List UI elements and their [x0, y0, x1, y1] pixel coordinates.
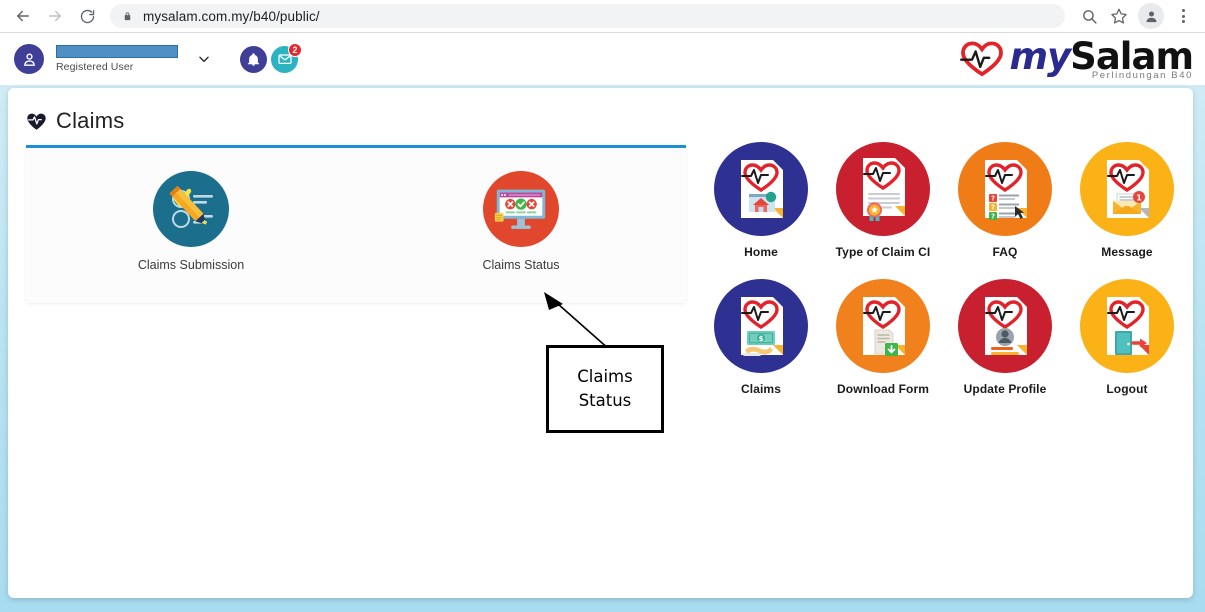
menu-item-message[interactable]: 1 Message: [1066, 142, 1188, 259]
heart-pulse-icon: [27, 113, 46, 130]
heart-pulse-icon: [960, 41, 1004, 77]
menu-item-claims[interactable]: $ Claims: [700, 279, 822, 396]
annotation-callout: Claims Status: [546, 345, 664, 433]
page-title: Claims: [8, 88, 1193, 134]
tile-claims-status[interactable]: Claims Status: [356, 171, 686, 303]
user-role-label: Registered User: [56, 61, 134, 73]
menu-item-home[interactable]: Home: [700, 142, 822, 259]
menu-item-type-of-claim-ci[interactable]: Type of Claim CI: [822, 142, 944, 259]
menu-item-label: Update Profile: [963, 382, 1047, 396]
tile-claims-submission[interactable]: Claims Submission: [26, 171, 356, 303]
chevron-down-icon[interactable]: [196, 51, 212, 67]
search-icon[interactable]: [1075, 2, 1103, 30]
claim-type-certificate-icon: [836, 142, 930, 236]
app-user-bar: Registered User 2 mySalam Perlindungan B…: [0, 33, 1205, 85]
menu-item-label: FAQ: [992, 245, 1018, 259]
reload-button[interactable]: [72, 2, 102, 30]
download-form-icon: [836, 279, 930, 373]
svg-text:?: ?: [991, 195, 995, 203]
menu-item-label: Type of Claim CI: [835, 245, 931, 259]
svg-text:$: $: [759, 335, 764, 343]
user-info: Registered User: [56, 45, 178, 73]
message-envelope-icon: 1: [1080, 142, 1174, 236]
menu-item-label: Download Form: [837, 382, 929, 396]
menu-item-download-form[interactable]: Download Form: [822, 279, 944, 396]
svg-text:1: 1: [1136, 193, 1142, 202]
reload-icon: [80, 9, 94, 23]
claims-submission-icon: [153, 171, 229, 247]
browser-toolbar: mysalam.com.my/b40/public/: [0, 0, 1205, 33]
logo-my: my: [1009, 34, 1071, 78]
bell-icon[interactable]: 2: [240, 42, 302, 73]
lock-icon: [124, 11, 131, 20]
home-document-icon: [714, 142, 808, 236]
menu-item-label: Home: [744, 245, 778, 259]
mysalam-logo: mySalam Perlindungan B40: [959, 34, 1194, 81]
profile-avatar-icon[interactable]: [1138, 3, 1164, 29]
menu-item-faq[interactable]: ? ? ? FAQ: [944, 142, 1066, 259]
logout-door-icon: [1080, 279, 1174, 373]
annotation-line-1: Claims: [577, 367, 633, 387]
forward-button[interactable]: [40, 2, 70, 30]
annotation-line-2: Status: [578, 391, 632, 410]
back-button[interactable]: [8, 2, 38, 30]
claims-status-icon: [483, 171, 559, 247]
arrow-right-icon: [49, 10, 61, 22]
menu-item-label: Claims: [741, 382, 781, 396]
menu-item-label: Message: [1101, 245, 1153, 259]
claims-tiles-panel: Claims Submission Claims Status: [26, 145, 686, 303]
page-title-text: Claims: [56, 108, 125, 133]
tile-label: Claims Submission: [137, 258, 245, 272]
svg-text:?: ?: [991, 204, 995, 212]
update-profile-icon: [958, 279, 1052, 373]
menu-item-logout[interactable]: Logout: [1066, 279, 1188, 396]
svg-text:?: ?: [991, 213, 995, 221]
notifications-group: 2: [240, 42, 302, 73]
three-dot-menu-icon[interactable]: [1169, 2, 1197, 30]
user-avatar-icon[interactable]: [14, 44, 44, 74]
menu-item-update-profile[interactable]: Update Profile: [944, 279, 1066, 396]
url-text: mysalam.com.my/b40/public/: [143, 8, 320, 24]
menu-item-label: Logout: [1106, 382, 1148, 396]
menu-icon-grid: Home Type of Claim CI ? ? ? FAQ 1 Messag…: [700, 142, 1188, 396]
tile-label: Claims Status: [482, 258, 560, 272]
claims-money-icon: $: [714, 279, 808, 373]
faq-document-icon: ? ? ?: [958, 142, 1052, 236]
notification-badge: 2: [288, 42, 302, 57]
star-icon[interactable]: [1105, 2, 1133, 30]
address-bar[interactable]: mysalam.com.my/b40/public/: [110, 4, 1065, 28]
user-name-redacted: [56, 45, 178, 58]
toolbar-actions: [1075, 2, 1197, 30]
arrow-left-icon: [17, 10, 29, 22]
